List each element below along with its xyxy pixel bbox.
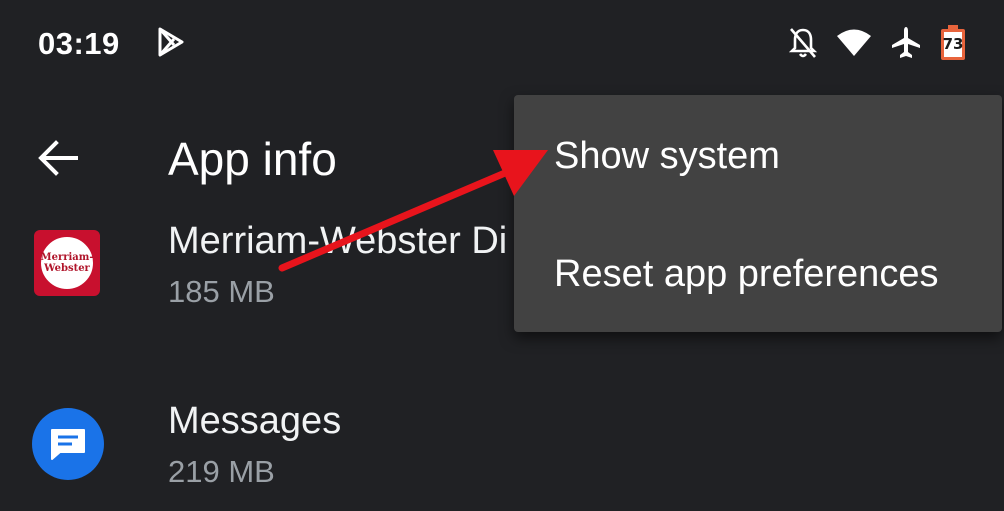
app-name: Merriam-Webster Di	[168, 220, 508, 262]
page-title: App info	[168, 133, 337, 185]
menu-item-show-system[interactable]: Show system	[554, 135, 780, 178]
app-size: 185 MB	[168, 274, 275, 309]
back-button[interactable]	[32, 132, 84, 184]
list-item-messages[interactable]: Messages 219 MB	[0, 400, 1004, 511]
merriam-webster-icon: Merriam- Webster	[34, 230, 100, 296]
status-time: 03:19	[38, 26, 120, 61]
overflow-menu: Show system Reset app preferences	[514, 95, 1002, 332]
notifications-off-icon	[788, 28, 818, 58]
wifi-icon	[837, 29, 871, 56]
app-name: Messages	[168, 400, 342, 442]
chat-bubble-icon	[51, 429, 85, 460]
status-icons: 73	[788, 24, 966, 62]
arrow-left-icon	[38, 140, 78, 176]
google-play-icon	[158, 27, 184, 57]
menu-item-reset-app-preferences[interactable]: Reset app preferences	[554, 253, 938, 296]
merriam-webster-logo: Merriam- Webster	[39, 235, 95, 291]
app-size: 219 MB	[168, 454, 275, 489]
status-bar: 03:19 73	[0, 0, 1004, 86]
airplane-mode-icon	[892, 27, 920, 58]
battery-icon: 73	[940, 25, 966, 61]
messages-icon	[32, 408, 104, 480]
battery-level: 73	[942, 35, 964, 53]
